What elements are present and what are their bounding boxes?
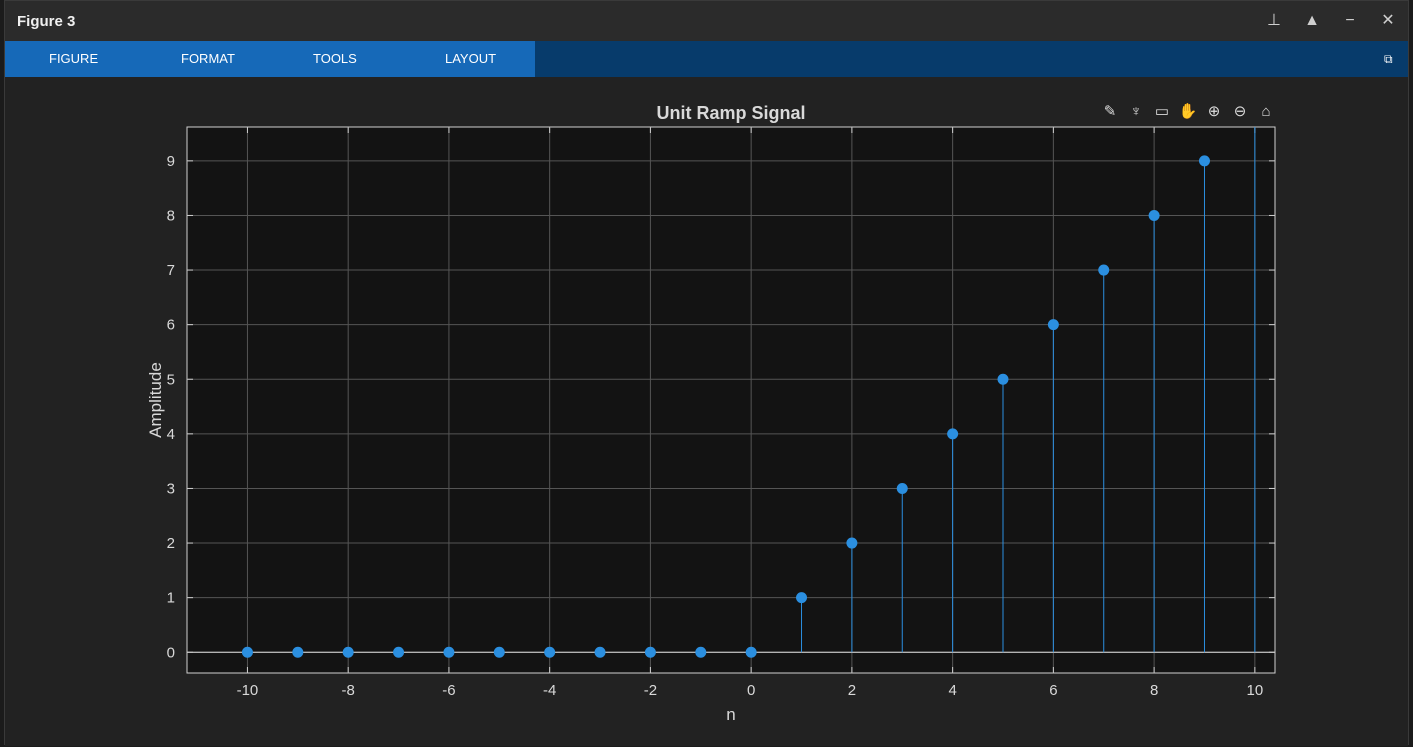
y-tick-label: 1 [167, 590, 175, 607]
figure-window: Figure 3 ⊥ ▲ − ✕ FIGURE FORMAT TOOLS LAY… [4, 0, 1409, 746]
x-tick-label: 10 [1247, 682, 1264, 699]
stem-marker [1198, 155, 1210, 167]
y-tick-label: 0 [167, 644, 175, 661]
y-tick-label: 2 [167, 535, 175, 552]
y-tick-label: 4 [167, 426, 175, 443]
stem-marker [796, 592, 808, 604]
y-axis-label: Amplitude [146, 362, 165, 438]
pan-icon[interactable]: ✋ [1177, 101, 1199, 123]
x-tick-label: 6 [1049, 682, 1057, 699]
zoom-in-icon[interactable]: ⊕ [1203, 101, 1225, 123]
stem-marker [947, 428, 959, 440]
stem-marker [695, 646, 707, 658]
y-tick-label: 9 [167, 153, 175, 170]
stem-marker [1047, 319, 1059, 331]
stem-marker [594, 646, 606, 658]
brush-icon[interactable]: ♆ [1125, 101, 1147, 123]
stem-marker [745, 646, 757, 658]
y-tick-label: 8 [167, 207, 175, 224]
x-tick-label: -4 [543, 682, 556, 699]
export-icon[interactable]: ✎ [1099, 101, 1121, 123]
home-icon[interactable]: ⌂ [1255, 101, 1277, 123]
y-tick-label: 6 [167, 317, 175, 334]
stem-marker [342, 646, 354, 658]
y-tick-label: 3 [167, 480, 175, 497]
y-tick-label: 7 [167, 262, 175, 279]
axes-toolbar: ✎ ♆ ▭ ✋ ⊕ ⊖ ⌂ [1099, 101, 1277, 123]
stem-marker [644, 646, 656, 658]
stem-marker [292, 646, 304, 658]
stem-marker [241, 646, 253, 658]
x-tick-label: 0 [747, 682, 755, 699]
datatip-icon[interactable]: ▭ [1151, 101, 1173, 123]
x-tick-label: -2 [644, 682, 657, 699]
stem-marker [493, 646, 505, 658]
stem-marker [443, 646, 455, 658]
stem-marker [846, 537, 858, 549]
chart-title: Unit Ramp Signal [656, 103, 805, 123]
stem-marker [896, 482, 908, 494]
zoom-out-icon[interactable]: ⊖ [1229, 101, 1251, 123]
stem-marker [1098, 264, 1110, 276]
x-tick-label: 4 [948, 682, 956, 699]
stem-marker [1148, 209, 1160, 221]
stem-marker [544, 646, 556, 658]
x-tick-label: 8 [1150, 682, 1158, 699]
x-tick-label: -6 [442, 682, 455, 699]
x-tick-label: -10 [237, 682, 259, 699]
axes-background [186, 126, 1276, 674]
x-axis-label: n [726, 705, 735, 724]
y-tick-label: 5 [167, 371, 175, 388]
stem-marker [393, 646, 405, 658]
x-tick-label: -8 [342, 682, 355, 699]
x-tick-label: 2 [848, 682, 856, 699]
stem-marker [997, 373, 1009, 385]
